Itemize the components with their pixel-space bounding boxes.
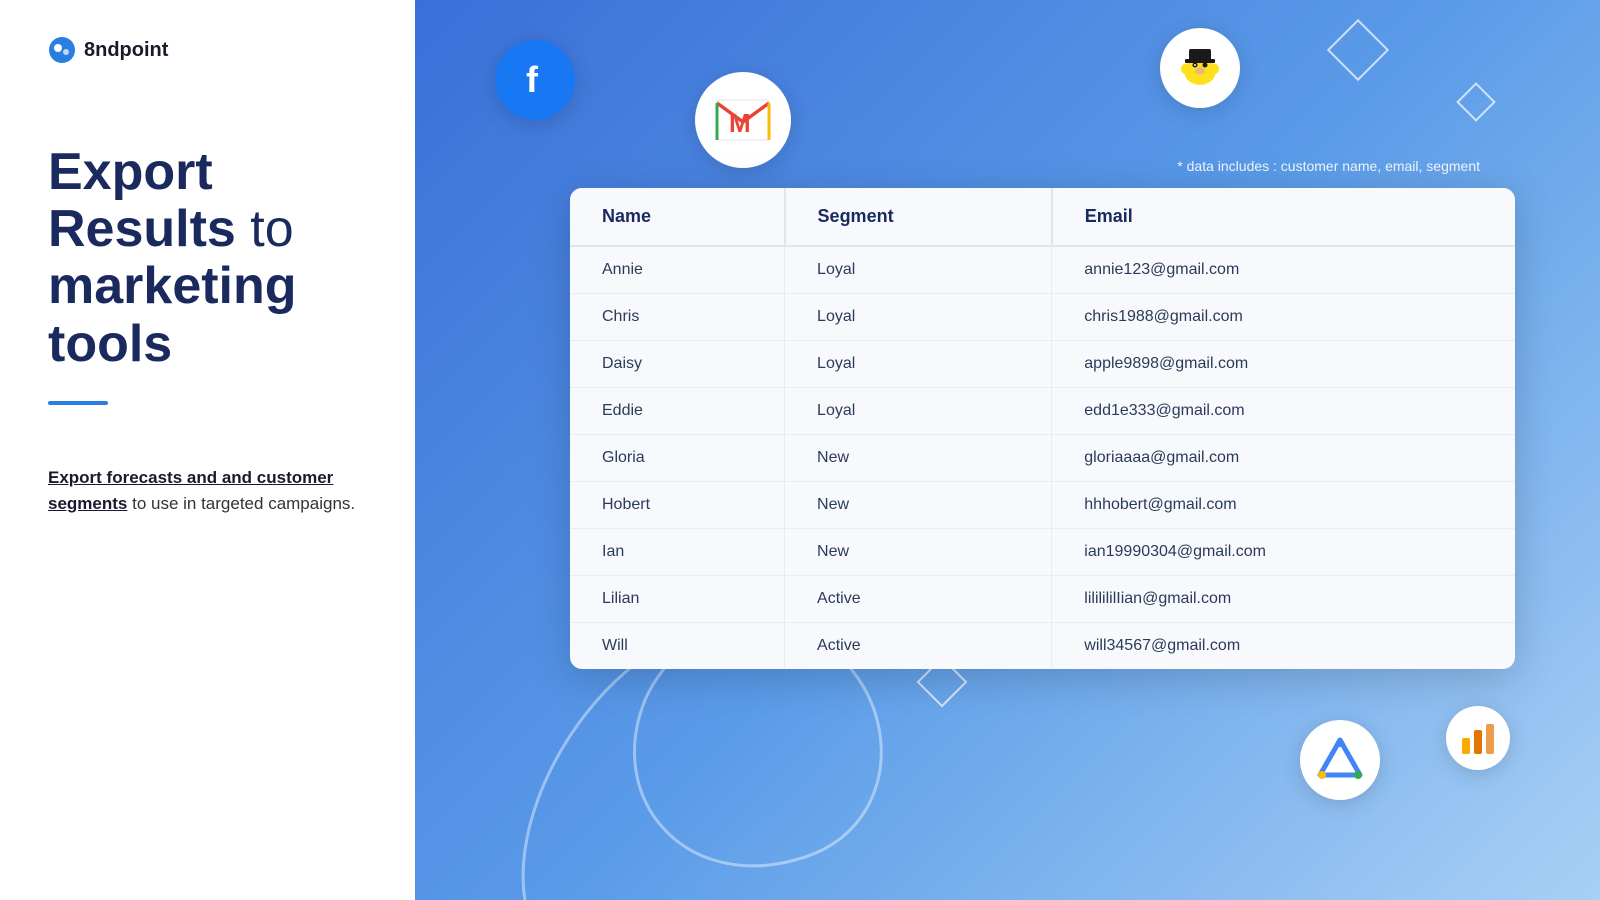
- col-email: Email: [1052, 188, 1515, 246]
- cell-segment: Loyal: [785, 246, 1052, 294]
- col-segment: Segment: [785, 188, 1052, 246]
- col-name: Name: [570, 188, 785, 246]
- cell-segment: Loyal: [785, 388, 1052, 435]
- customer-table: Name Segment Email AnnieLoyalannie123@gm…: [570, 188, 1515, 669]
- cell-name: Gloria: [570, 435, 785, 482]
- cell-segment: Loyal: [785, 294, 1052, 341]
- google-analytics-icon: [1446, 706, 1510, 770]
- right-panel: f M: [415, 0, 1600, 900]
- google-ads-icon: [1300, 720, 1380, 800]
- table-row: WillActivewill34567@gmail.com: [570, 623, 1515, 670]
- cell-email: gloriaaaa@gmail.com: [1052, 435, 1515, 482]
- gmail-icon: M: [695, 72, 791, 168]
- cell-name: Ian: [570, 529, 785, 576]
- svg-text:M: M: [729, 108, 751, 138]
- table-row: LilianActivelililililIian@gmail.com: [570, 576, 1515, 623]
- cell-email: edd1e333@gmail.com: [1052, 388, 1515, 435]
- cell-email: will34567@gmail.com: [1052, 623, 1515, 670]
- logo-text: 8ndpoint: [84, 39, 168, 62]
- cell-segment: Active: [785, 623, 1052, 670]
- cell-segment: Loyal: [785, 341, 1052, 388]
- svg-text:f: f: [526, 59, 539, 100]
- cell-email: chris1988@gmail.com: [1052, 294, 1515, 341]
- data-note: * data includes : customer name, email, …: [1177, 158, 1480, 174]
- cell-name: Lilian: [570, 576, 785, 623]
- table-row: DaisyLoyalapple9898@gmail.com: [570, 341, 1515, 388]
- main-heading: Export Results to marketing tools: [48, 144, 367, 373]
- table-row: EddieLoyaledd1e333@gmail.com: [570, 388, 1515, 435]
- heading-line3: marketing tools: [48, 257, 297, 372]
- description: Export forecasts and and customer segmen…: [48, 465, 367, 518]
- diamond-icon-1: [1327, 19, 1389, 81]
- facebook-icon: f: [495, 40, 575, 120]
- cell-segment: New: [785, 482, 1052, 529]
- mailchimp-icon: [1160, 28, 1240, 108]
- heading-underline: [48, 401, 108, 405]
- heading-to: to: [236, 200, 294, 258]
- cell-segment: New: [785, 435, 1052, 482]
- diamond-icon-2: [1456, 82, 1496, 122]
- cell-name: Annie: [570, 246, 785, 294]
- table-header-row: Name Segment Email: [570, 188, 1515, 246]
- description-rest: to use in targeted campaigns.: [127, 494, 355, 513]
- cell-email: annie123@gmail.com: [1052, 246, 1515, 294]
- cell-segment: Active: [785, 576, 1052, 623]
- table-row: HobertNewhhhobert@gmail.com: [570, 482, 1515, 529]
- left-panel: 8ndpoint Export Results to marketing too…: [0, 0, 415, 900]
- cell-name: Hobert: [570, 482, 785, 529]
- cell-email: hhhobert@gmail.com: [1052, 482, 1515, 529]
- cell-segment: New: [785, 529, 1052, 576]
- heading-line2: Results: [48, 200, 236, 258]
- logo-icon: [48, 36, 76, 64]
- cell-name: Will: [570, 623, 785, 670]
- cell-email: ian19990304@gmail.com: [1052, 529, 1515, 576]
- heading-line1: Export: [48, 143, 213, 201]
- table-row: GloriaNewgloriaaaa@gmail.com: [570, 435, 1515, 482]
- logo-area: 8ndpoint: [48, 36, 367, 64]
- cell-email: lililililIian@gmail.com: [1052, 576, 1515, 623]
- table-row: AnnieLoyalannie123@gmail.com: [570, 246, 1515, 294]
- cell-name: Daisy: [570, 341, 785, 388]
- cell-email: apple9898@gmail.com: [1052, 341, 1515, 388]
- cell-name: Eddie: [570, 388, 785, 435]
- cell-name: Chris: [570, 294, 785, 341]
- table-row: IanNewian19990304@gmail.com: [570, 529, 1515, 576]
- table-row: ChrisLoyalchris1988@gmail.com: [570, 294, 1515, 341]
